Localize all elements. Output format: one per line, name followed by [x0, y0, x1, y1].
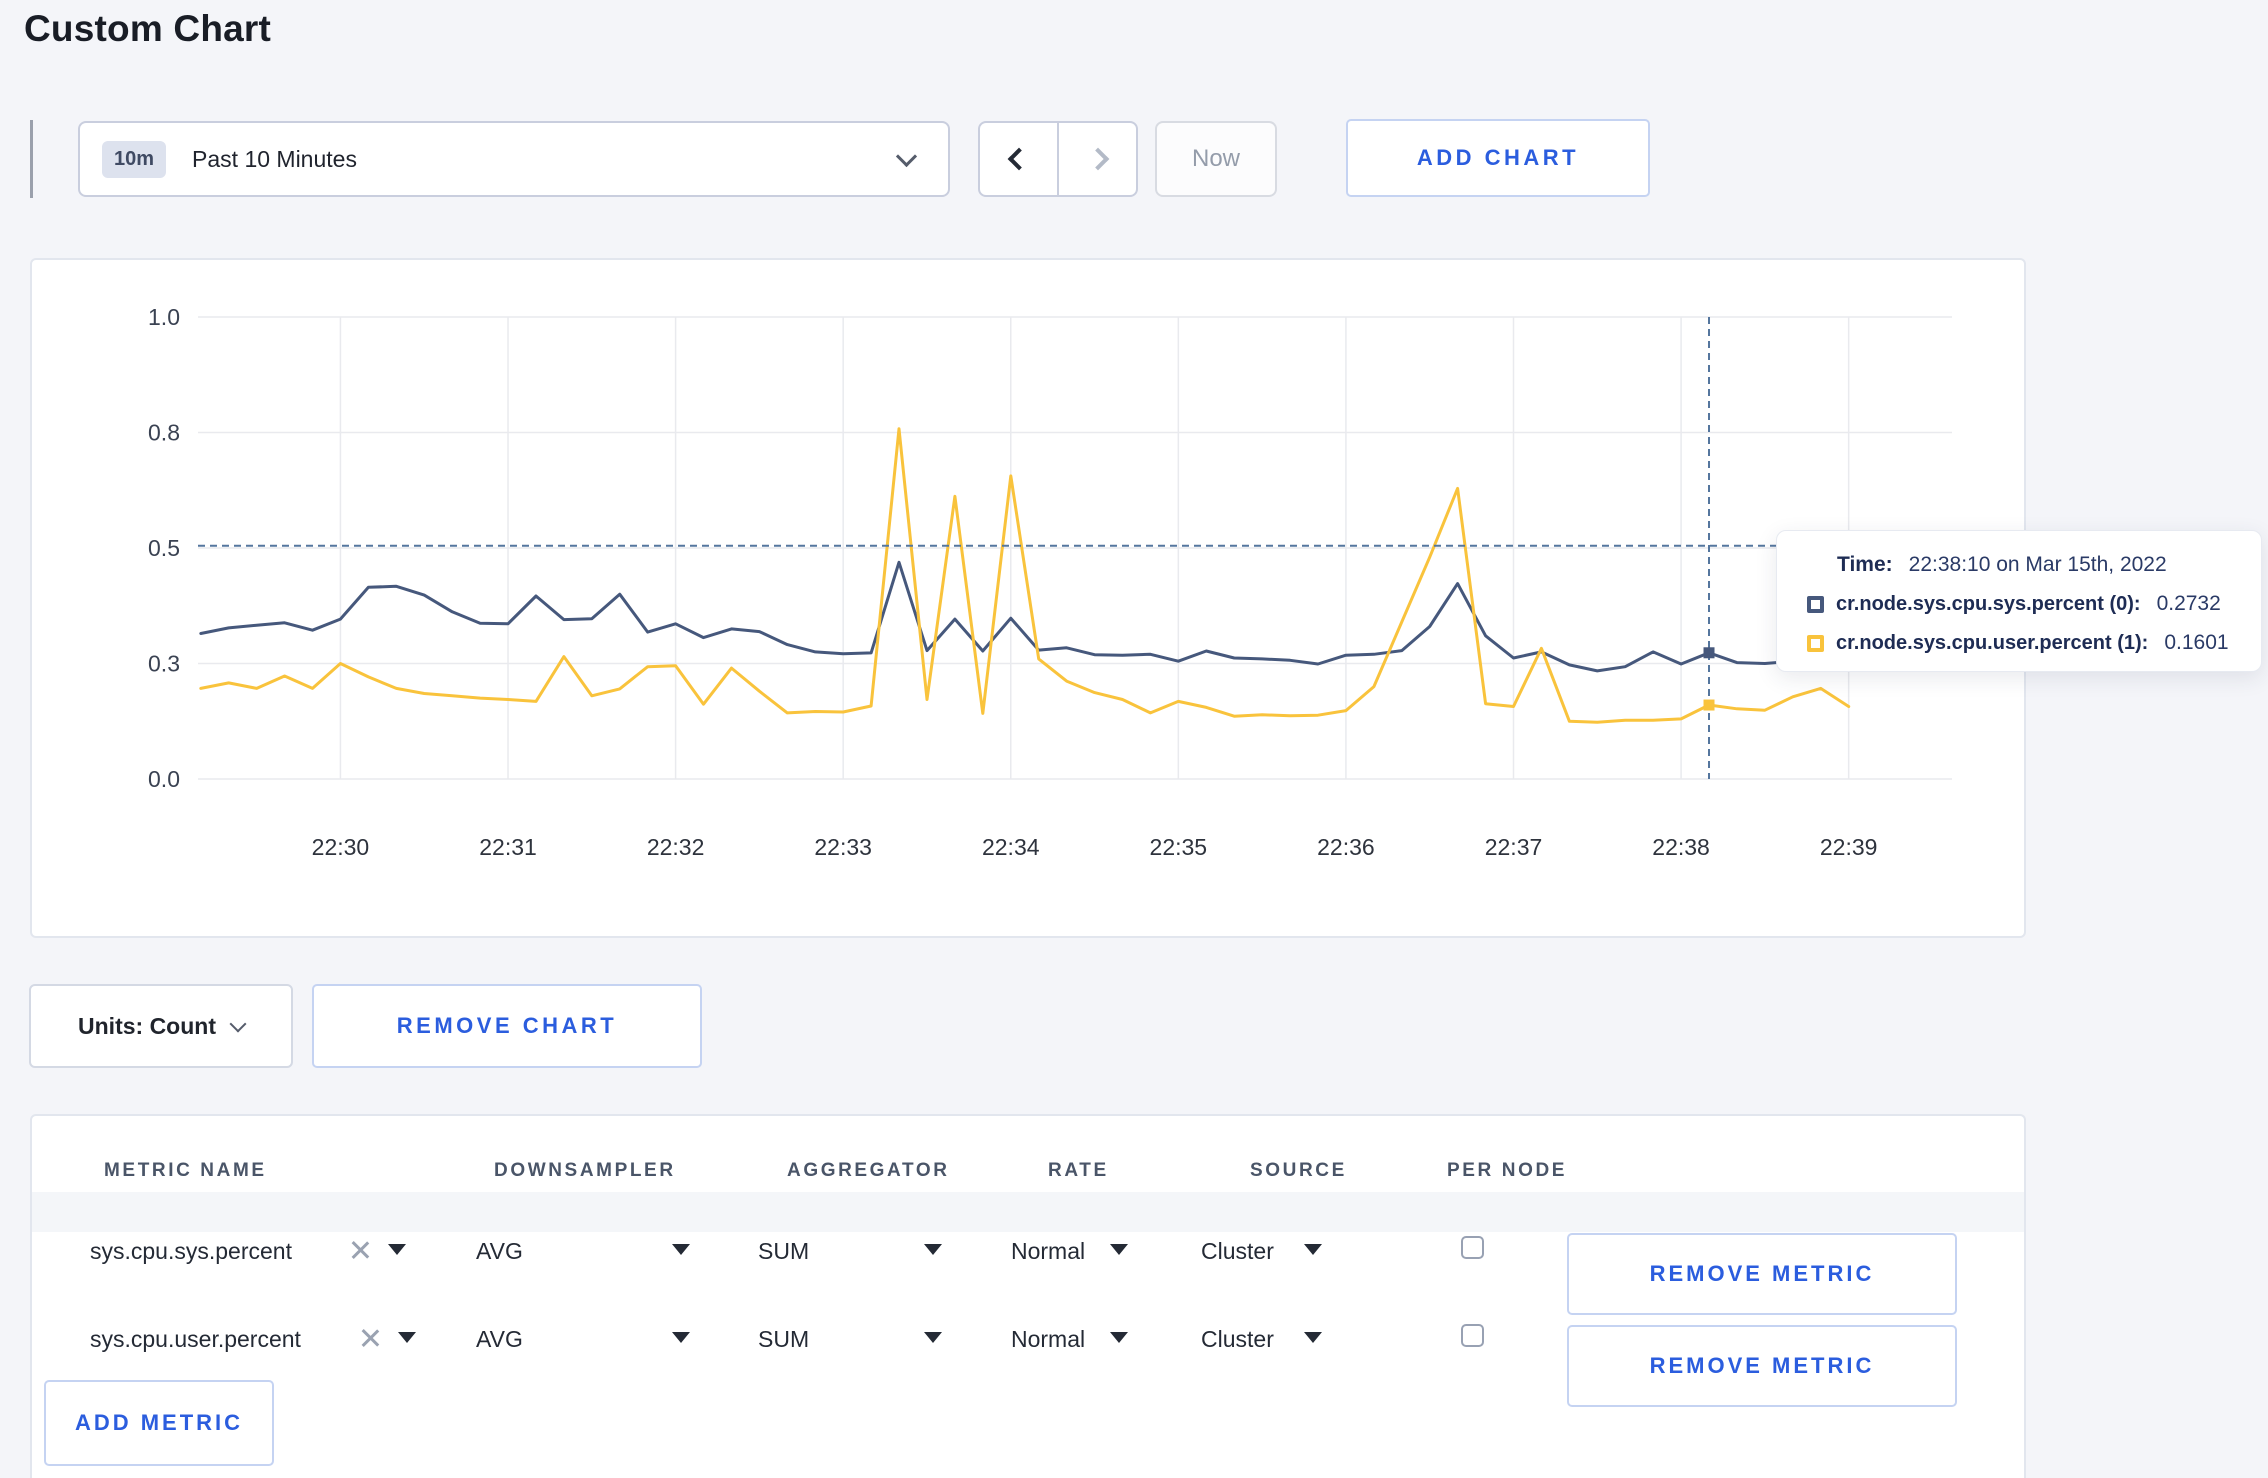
svg-text:1.0: 1.0	[148, 304, 180, 330]
remove-metric-button[interactable]: REMOVE METRIC	[1567, 1325, 1957, 1407]
aggregator-caret-icon[interactable]	[924, 1332, 942, 1343]
col-header-rate: RATE	[1048, 1160, 1109, 1181]
col-header-downsampler: DOWNSAMPLER	[494, 1160, 676, 1181]
remove-chart-button[interactable]: REMOVE CHART	[312, 984, 702, 1068]
tooltip-time-label: Time:	[1837, 553, 1893, 576]
svg-text:22:39: 22:39	[1820, 834, 1878, 860]
downsampler-select[interactable]: AVG	[476, 1326, 523, 1353]
controls-left-divider	[30, 120, 33, 198]
metric-name-select[interactable]: sys.cpu.sys.percent	[90, 1238, 292, 1265]
series-sys-swatch-icon	[1807, 595, 1824, 613]
downsampler-select[interactable]: AVG	[476, 1238, 523, 1265]
svg-text:22:36: 22:36	[1317, 834, 1375, 860]
svg-text:22:33: 22:33	[814, 834, 872, 860]
svg-text:22:34: 22:34	[982, 834, 1040, 860]
clear-metric-icon[interactable]	[350, 1240, 370, 1260]
tooltip-series-name: cr.node.sys.cpu.sys.percent (0):	[1836, 592, 2141, 615]
add-metric-button[interactable]: ADD METRIC	[44, 1380, 274, 1466]
time-range-badge: 10m	[102, 140, 167, 178]
metric-caret-icon[interactable]	[398, 1332, 416, 1343]
units-select-label: Units: Count	[78, 1012, 216, 1039]
svg-text:22:37: 22:37	[1485, 834, 1543, 860]
time-nav-group	[978, 121, 1138, 197]
time-forward-button[interactable]	[1059, 123, 1136, 195]
now-button[interactable]: Now	[1155, 121, 1277, 197]
svg-text:0.0: 0.0	[148, 766, 180, 792]
tooltip-series-value: 0.2732	[2156, 592, 2221, 615]
metric-caret-icon[interactable]	[388, 1244, 406, 1255]
col-header-aggregator: AGGREGATOR	[787, 1160, 950, 1181]
svg-text:22:35: 22:35	[1150, 834, 1208, 860]
svg-text:0.5: 0.5	[148, 535, 180, 561]
time-back-button[interactable]	[980, 123, 1059, 195]
chart-tooltip: Time: 22:38:10 on Mar 15th, 2022 cr.node…	[1776, 530, 2262, 672]
table-header-divider	[32, 1192, 2024, 1232]
source-caret-icon[interactable]	[1304, 1244, 1322, 1255]
source-caret-icon[interactable]	[1304, 1332, 1322, 1343]
source-select[interactable]: Cluster	[1201, 1326, 1274, 1353]
aggregator-select[interactable]: SUM	[758, 1238, 809, 1265]
rate-select[interactable]: Normal	[1011, 1326, 1085, 1353]
chevron-down-icon	[895, 145, 918, 168]
chart-panel: 0.0 0.3 0.5 0.8 1.0 22:30 22:31 22:32 22:33 22:34…	[30, 258, 2026, 938]
svg-text:0.8: 0.8	[148, 420, 180, 446]
time-range-label: Past 10 Minutes	[192, 145, 357, 172]
chart-canvas[interactable]: 0.0 0.3 0.5 0.8 1.0 22:30 22:31 22:32 22:33 22:34…	[32, 260, 2024, 936]
page-title: Custom Chart	[24, 8, 272, 49]
svg-text:22:30: 22:30	[312, 834, 370, 860]
tooltip-series-name: cr.node.sys.cpu.user.percent (1):	[1836, 631, 2149, 654]
svg-text:22:38: 22:38	[1652, 834, 1710, 860]
rate-caret-icon[interactable]	[1110, 1244, 1128, 1255]
downsampler-caret-icon[interactable]	[672, 1332, 690, 1343]
svg-text:22:31: 22:31	[479, 834, 537, 860]
units-select[interactable]: Units: Count	[29, 984, 293, 1068]
chevron-left-icon	[1007, 147, 1030, 171]
col-header-source: SOURCE	[1250, 1160, 1347, 1181]
per-node-checkbox[interactable]	[1461, 1236, 1484, 1259]
rate-select[interactable]: Normal	[1011, 1238, 1085, 1265]
svg-text:0.3: 0.3	[148, 651, 180, 677]
aggregator-select[interactable]: SUM	[758, 1326, 809, 1353]
chevron-down-icon	[229, 1015, 247, 1033]
chevron-right-icon	[1086, 147, 1109, 171]
col-header-per-node: PER NODE	[1447, 1160, 1568, 1181]
clear-metric-icon[interactable]	[360, 1328, 380, 1348]
remove-metric-button[interactable]: REMOVE METRIC	[1567, 1233, 1957, 1315]
col-header-metric-name: METRIC NAME	[104, 1160, 267, 1181]
source-select[interactable]: Cluster	[1201, 1238, 1274, 1265]
per-node-checkbox[interactable]	[1461, 1324, 1484, 1347]
tooltip-time-value: 22:38:10 on Mar 15th, 2022	[1908, 553, 2167, 576]
aggregator-caret-icon[interactable]	[924, 1244, 942, 1255]
metrics-table: METRIC NAME DOWNSAMPLER AGGREGATOR RATE …	[30, 1114, 2026, 1478]
metric-name-select[interactable]: sys.cpu.user.percent	[90, 1326, 301, 1353]
tooltip-series-value: 0.1601	[2164, 631, 2229, 654]
add-chart-button[interactable]: ADD CHART	[1346, 119, 1650, 197]
series-user-swatch-icon	[1807, 634, 1824, 652]
time-range-select[interactable]: 10m Past 10 Minutes	[78, 121, 950, 197]
svg-text:22:32: 22:32	[647, 834, 705, 860]
rate-caret-icon[interactable]	[1110, 1332, 1128, 1343]
downsampler-caret-icon[interactable]	[672, 1244, 690, 1255]
